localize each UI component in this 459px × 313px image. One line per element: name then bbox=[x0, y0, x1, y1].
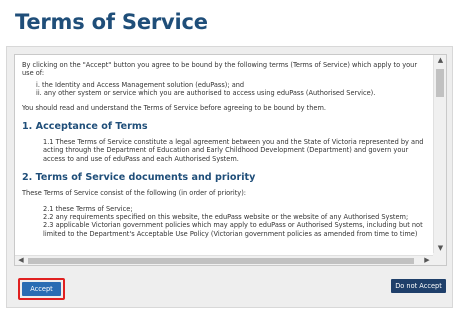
read-note: You should read and understand the Terms… bbox=[22, 103, 326, 112]
scroll-right-icon[interactable]: ▶ bbox=[421, 256, 433, 265]
vertical-scroll-thumb[interactable] bbox=[436, 69, 444, 97]
scroll-up-icon[interactable]: ▲ bbox=[434, 55, 446, 66]
section-2-item-3: 2.3 applicable Victorian government poli… bbox=[43, 221, 423, 238]
page-title: Terms of Service bbox=[15, 10, 208, 34]
intro-item-1: i. the Identity and Access Management so… bbox=[36, 80, 245, 89]
section-2-lead: These Terms of Service consist of the fo… bbox=[22, 189, 247, 198]
intro-lead: By clicking on the "Accept" button you a… bbox=[22, 61, 418, 78]
intro-list: i. the Identity and Access Management so… bbox=[36, 81, 427, 98]
horizontal-scroll-thumb[interactable] bbox=[28, 258, 414, 264]
section-2-item-2: 2.2 any requirements specified on this w… bbox=[43, 213, 409, 222]
horizontal-scrollbar[interactable]: ◀ ▶ bbox=[15, 255, 433, 265]
scroll-left-icon[interactable]: ◀ bbox=[15, 256, 27, 265]
accept-button[interactable]: Accept bbox=[22, 282, 61, 296]
do-not-accept-button[interactable]: Do not Accept bbox=[391, 279, 446, 293]
intro-item-2: ii. any other system or service which yo… bbox=[36, 89, 376, 98]
terms-content: By clicking on the "Accept" button you a… bbox=[15, 55, 433, 256]
section-1-clause: 1.1 These Terms of Service constitute a … bbox=[43, 138, 424, 163]
section-2-heading: 2. Terms of Service documents and priori… bbox=[22, 172, 256, 184]
terms-scroll-area[interactable]: By clicking on the "Accept" button you a… bbox=[14, 54, 447, 266]
section-1-heading: 1. Acceptance of Terms bbox=[22, 121, 148, 133]
vertical-scrollbar[interactable]: ▲ ▼ bbox=[433, 55, 446, 254]
section-2-item-1: 2.1 these Terms of Service; bbox=[43, 204, 133, 213]
scrollbar-corner bbox=[433, 253, 446, 265]
